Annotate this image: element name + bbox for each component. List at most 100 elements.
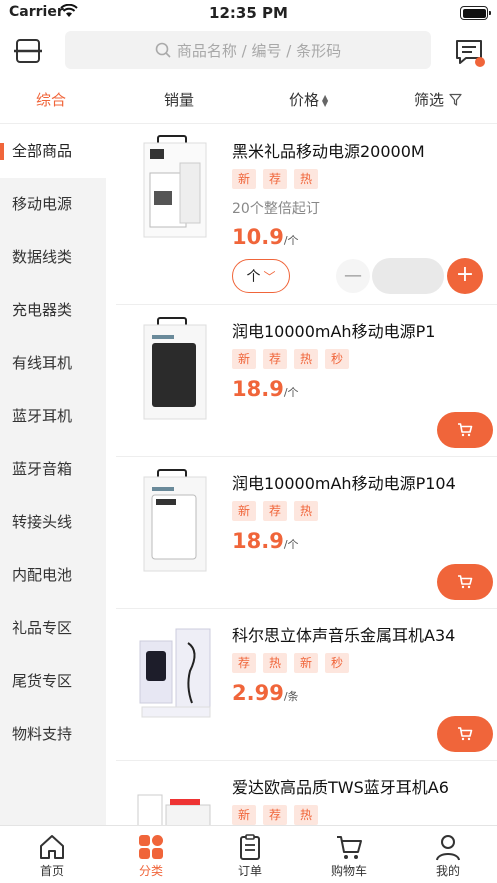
tab-filter[interactable]: 筛选 [414,76,462,124]
sidebar-item-cables[interactable]: 数据线类 [0,231,106,284]
product-card[interactable]: 科尔思立体声音乐金属耳机A34 荐 热 新 秒 2.99/条 [116,609,497,761]
status-bar: Carrier 12:35 PM [0,0,497,26]
product-image [143,469,207,572]
add-to-cart-button[interactable] [437,716,493,752]
tag-recommended: 荐 [263,169,287,189]
tag-new: 新 [232,805,256,825]
battery-icon [460,6,491,20]
category-sidebar: 全部商品 移动电源 数据线类 充电器类 有线耳机 蓝牙耳机 蓝牙音箱 转接头线 … [0,125,106,825]
tag-flash-sale: 秒 [325,349,349,369]
price-value: 10.9 [232,225,284,249]
nav-orders[interactable]: 订单 [200,826,300,883]
price-value: 2.99 [232,681,284,705]
nav-label: 订单 [237,864,262,878]
tag-hot: 热 [294,349,318,369]
product-tags: 新 荐 热 秒 [232,349,356,369]
product-card[interactable]: 润电10000mAh移动电源P1 新 荐 热 秒 18.9/个 [116,305,497,457]
product-card[interactable]: 润电10000mAh移动电源P104 新 荐 热 18.9/个 [116,457,497,609]
sidebar-item-materials[interactable]: 物料支持 [0,708,106,761]
product-image [139,628,211,718]
sidebar-item-chargers[interactable]: 充电器类 [0,284,106,337]
price-unit: /个 [283,538,299,551]
tag-recommended: 荐 [263,805,287,825]
tag-new: 新 [232,169,256,189]
product-price: 10.9/个 [232,225,299,249]
filter-icon [449,93,462,106]
tag-hot: 热 [294,805,318,825]
sidebar-item-power-bank[interactable]: 移动电源 [0,178,106,231]
tag-hot: 热 [294,501,318,521]
product-image [143,135,207,238]
user-icon [436,835,460,861]
product-image [143,317,207,420]
tab-label: 价格 [289,91,320,109]
product-tags: 荐 热 新 秒 [232,653,356,673]
product-name: 科尔思立体声音乐金属耳机A34 [232,626,456,645]
tab-comprehensive[interactable]: 综合 [36,76,66,124]
nav-label: 分类 [138,864,163,878]
unread-badge [475,57,485,67]
sidebar-item-bluetooth-earphones[interactable]: 蓝牙耳机 [0,390,106,443]
sidebar-item-clearance[interactable]: 尾货专区 [0,655,106,708]
tag-flash-sale: 秒 [325,653,349,673]
chevron-down-icon: ﹀ [263,269,276,284]
search-placeholder: 商品名称 / 编号 / 条形码 [176,41,342,60]
min-order-qty: 20个整倍起订 [232,201,320,217]
order-icon [240,834,260,860]
product-name: 润电10000mAh移动电源P1 [232,322,436,341]
cart-icon [458,575,473,589]
unit-dropdown[interactable]: 个 ﹀ [232,259,290,293]
nav-category[interactable]: 分类 [101,826,201,883]
product-card[interactable]: 黑米礼品移动电源20000M 新 荐 热 20个整倍起订 10.9/个 个 ﹀ … [116,125,497,305]
decrease-quantity-button[interactable]: — [336,259,370,293]
quantity-field[interactable] [372,258,444,294]
price-value: 18.9 [232,377,284,401]
home-icon [40,835,64,859]
tab-sales[interactable]: 销量 [164,76,194,124]
sidebar-item-adapters[interactable]: 转接头线 [0,496,106,549]
sidebar-item-all[interactable]: 全部商品 [0,125,106,178]
product-name: 润电10000mAh移动电源P104 [232,474,456,493]
nav-home[interactable]: 首页 [2,826,102,883]
nav-label: 购物车 [330,864,367,878]
tag-recommended: 荐 [232,653,256,673]
increase-quantity-button[interactable]: + [447,258,483,294]
nav-profile[interactable]: 我的 [398,826,497,883]
sidebar-item-gifts[interactable]: 礼品专区 [0,602,106,655]
sidebar-item-bluetooth-speakers[interactable]: 蓝牙音箱 [0,443,106,496]
bottom-navigation: 首页 分类 订单 购物车 我的 [0,825,497,883]
tab-label: 销量 [164,91,195,109]
filter-tabs: 综合 销量 价格 ▲ ▼ 筛选 [0,76,497,124]
sidebar-item-batteries[interactable]: 内配电池 [0,549,106,602]
tab-price[interactable]: 价格 ▲ ▼ [289,76,328,124]
top-header: 商品名称 / 编号 / 条形码 [0,26,497,76]
tag-hot: 热 [263,653,287,673]
product-price: 18.9/个 [232,377,299,401]
nav-label: 我的 [435,864,460,878]
scan-icon[interactable] [14,38,42,64]
add-to-cart-button[interactable] [437,564,493,600]
add-to-cart-button[interactable] [437,412,493,448]
tag-new: 新 [294,653,318,673]
tag-hot: 热 [294,169,318,189]
product-price: 2.99/条 [232,681,299,705]
search-input[interactable]: 商品名称 / 编号 / 条形码 [65,31,431,69]
tab-label: 筛选 [414,91,445,109]
search-icon [155,42,171,58]
cart-icon [458,423,473,437]
product-name: 爱达欧高品质TWS蓝牙耳机A6 [232,778,449,797]
price-unit: /个 [283,386,299,399]
price-value: 18.9 [232,529,284,553]
product-card[interactable]: 爱达欧高品质TWS蓝牙耳机A6 新 荐 热 [116,761,497,825]
price-unit: /个 [283,234,299,247]
tag-recommended: 荐 [263,501,287,521]
product-tags: 新 荐 热 [232,501,325,521]
sidebar-item-wired-earphones[interactable]: 有线耳机 [0,337,106,390]
product-tags: 新 荐 热 [232,169,325,189]
price-unit: /条 [283,690,299,703]
nav-cart[interactable]: 购物车 [299,826,399,883]
tag-new: 新 [232,501,256,521]
product-tags: 新 荐 热 [232,805,325,825]
tag-new: 新 [232,349,256,369]
sort-icon: ▲ ▼ [322,92,329,108]
